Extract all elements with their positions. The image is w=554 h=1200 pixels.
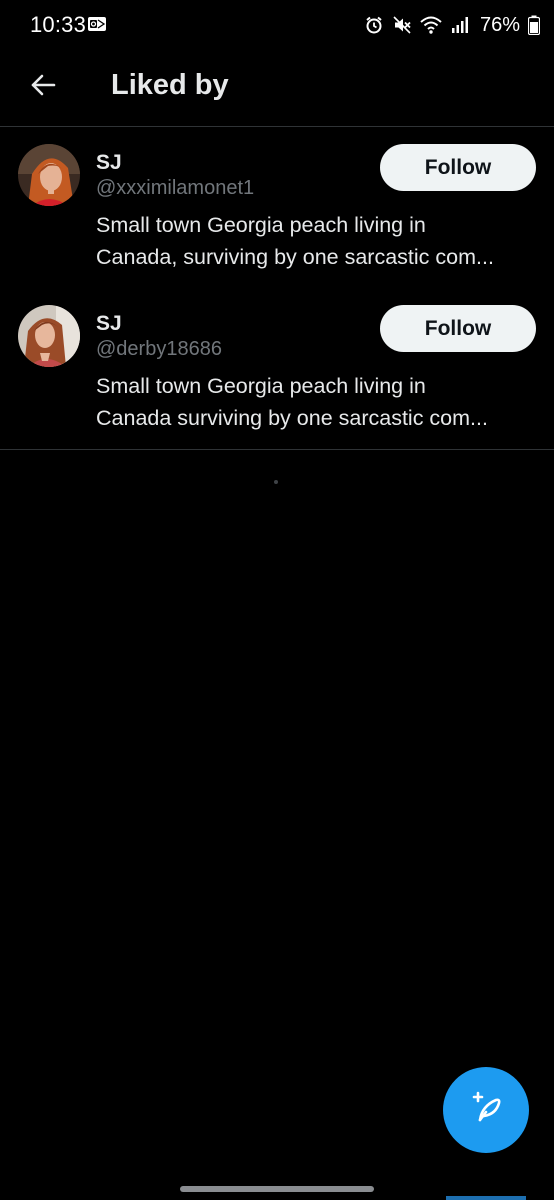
user-bio: Small town Georgia peach living in Canad…: [96, 370, 532, 434]
follow-button[interactable]: Follow: [380, 305, 536, 352]
user-name: SJ: [96, 151, 122, 174]
compose-feather-icon: [466, 1088, 506, 1133]
user-bio-line: Canada, surviving by one sarcastic com..…: [96, 245, 494, 269]
list-item[interactable]: SJ @xxximilamonet1 Small town Georgia pe…: [0, 127, 554, 288]
alarm-icon: [364, 15, 384, 35]
user-handle: @derby18686: [96, 338, 222, 360]
compose-button[interactable]: [443, 1067, 529, 1153]
user-bio-line: Small town Georgia peach living in: [96, 374, 426, 398]
bottom-corner-bar: [446, 1196, 526, 1200]
page-header: Liked by: [0, 52, 554, 127]
battery-icon: [528, 15, 540, 35]
liked-by-list: SJ @xxximilamonet1 Small town Georgia pe…: [0, 127, 554, 450]
status-bar: 10:33 76%: [0, 0, 554, 52]
loading-indicator: [274, 480, 278, 484]
signal-icon: [450, 15, 470, 35]
user-name: SJ: [96, 312, 122, 335]
user-bio: Small town Georgia peach living in Canad…: [96, 209, 532, 273]
list-divider: [0, 449, 554, 450]
user-bio-line: Small town Georgia peach living in: [96, 213, 426, 237]
status-icons: 76%: [364, 10, 540, 40]
page-title: Liked by: [111, 69, 229, 101]
list-item[interactable]: SJ @derby18686 Small town Georgia peach …: [0, 288, 554, 449]
battery-percentage: 76%: [479, 13, 520, 36]
arrow-left-icon: [30, 72, 56, 103]
home-indicator[interactable]: [180, 1186, 374, 1192]
wifi-icon: [420, 15, 442, 35]
follow-button[interactable]: Follow: [380, 144, 536, 191]
avatar[interactable]: [18, 305, 80, 367]
user-handle: @xxximilamonet1: [96, 177, 255, 199]
back-button[interactable]: [20, 64, 66, 110]
status-time: 10:33: [30, 12, 87, 37]
user-bio-line: Canada surviving by one sarcastic com...: [96, 406, 488, 430]
mute-icon: [392, 15, 412, 35]
outlook-mail-icon: [87, 14, 107, 34]
avatar[interactable]: [18, 144, 80, 206]
